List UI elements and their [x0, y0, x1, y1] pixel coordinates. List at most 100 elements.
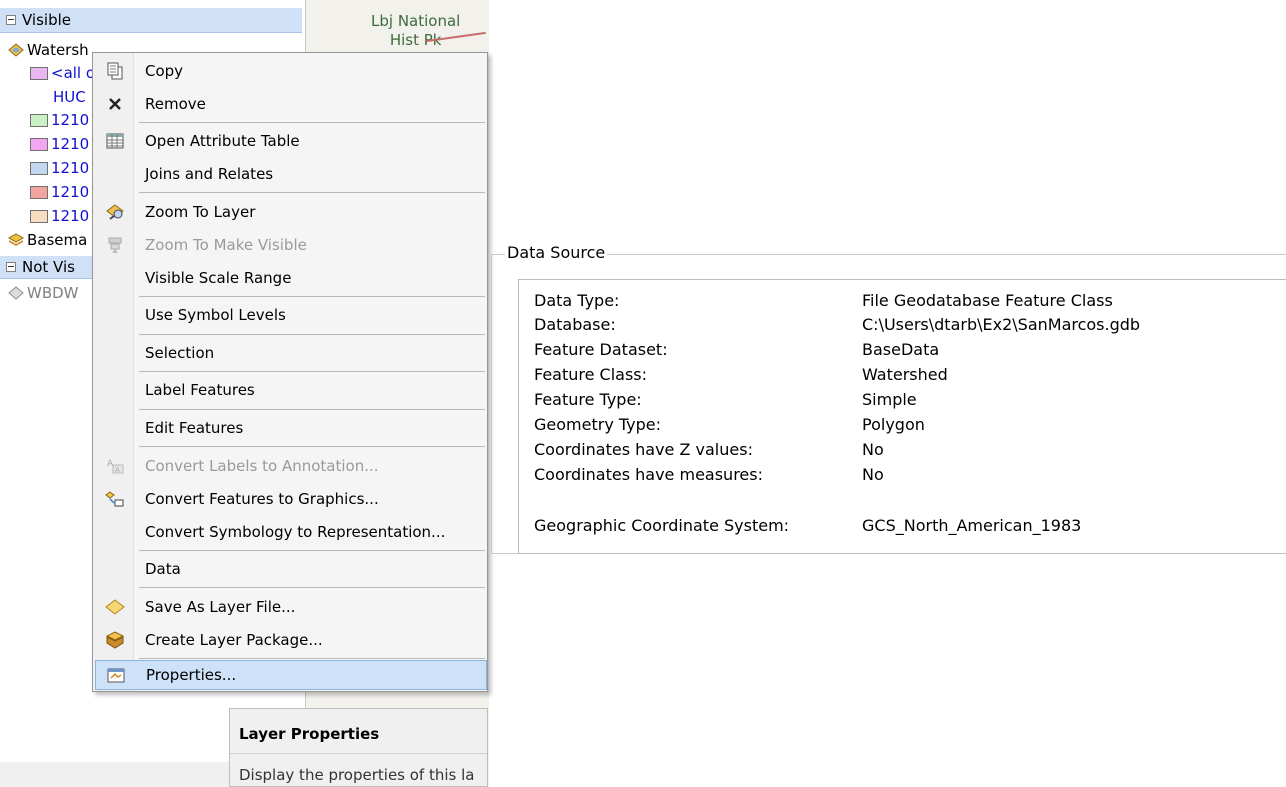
collapse-icon[interactable]	[6, 262, 16, 272]
menu-item-copy[interactable]: Copy	[95, 55, 487, 87]
class-label: 1210	[51, 135, 90, 153]
symbol-all-other[interactable]: <all o	[0, 61, 95, 85]
ds-value: Simple	[862, 390, 917, 409]
symbol-swatch	[30, 137, 48, 151]
table-icon	[95, 125, 135, 157]
menu-item-properties[interactable]: Properties...	[95, 660, 487, 690]
ds-value: No	[862, 440, 884, 459]
layer-file-icon	[95, 591, 135, 623]
group-visible-label: Visible	[22, 11, 71, 29]
layer-diamond-icon	[8, 286, 24, 300]
menu-item-zoom-make-visible[interactable]: Zoom To Make Visible	[95, 229, 487, 261]
ds-value: BaseData	[862, 340, 940, 359]
data-source-title: Data Source	[505, 243, 608, 262]
collapse-icon[interactable]	[6, 15, 16, 25]
symbol-class-1[interactable]: 1210	[0, 108, 89, 132]
menu-item-label-features[interactable]: Label Features	[95, 374, 487, 406]
status-strip	[0, 762, 230, 787]
class-label: 1210	[51, 207, 90, 225]
ds-value: File Geodatabase Feature Class	[862, 291, 1113, 310]
field-huc-label: HUC	[53, 88, 86, 106]
menu-separator	[139, 192, 485, 193]
layer-watershed[interactable]: Watersh	[0, 38, 89, 62]
symbol-swatch	[30, 209, 48, 223]
menu-item-create-layer-package[interactable]: Create Layer Package...	[95, 624, 487, 656]
symbol-class-2[interactable]: 1210	[0, 132, 89, 156]
convert-labels-icon: AA	[95, 450, 135, 482]
class-label: 1210	[51, 183, 90, 201]
layer-wbd-label: WBDW	[27, 284, 79, 302]
map-place-label: Lbj National Hist Pk	[371, 12, 460, 50]
group-visible[interactable]: Visible	[0, 8, 302, 33]
symbol-class-4[interactable]: 1210	[0, 180, 89, 204]
ds-key: Coordinates have measures:	[534, 465, 763, 484]
menu-item-visible-scale-range[interactable]: Visible Scale Range	[95, 262, 487, 294]
tooltip-description: Display the properties of this la	[239, 766, 475, 784]
tooltip-separator	[230, 753, 487, 754]
menu-separator	[139, 658, 485, 659]
symbol-class-3[interactable]: 1210	[0, 156, 89, 180]
ds-value: C:\Users\dtarb\Ex2\SanMarcos.gdb	[862, 315, 1141, 334]
menu-item-open-attribute-table[interactable]: Open Attribute Table	[95, 125, 487, 157]
symbol-swatch	[30, 113, 48, 127]
group-not-visible-label: Not Vis	[22, 258, 75, 276]
ds-key: Coordinates have Z values:	[534, 440, 753, 459]
layer-watershed-label: Watersh	[27, 41, 89, 59]
properties-tooltip: Layer Properties Display the properties …	[229, 708, 488, 787]
menu-separator	[139, 446, 485, 447]
menu-item-convert-symbology[interactable]: Convert Symbology to Representation...	[95, 516, 487, 548]
ds-value: GCS_North_American_1983	[862, 516, 1082, 535]
layer-basemap[interactable]: Basema	[0, 228, 87, 252]
menu-item-convert-labels[interactable]: AA Convert Labels to Annotation...	[95, 450, 487, 482]
layer-package-icon	[95, 624, 135, 656]
ds-key: Feature Type:	[534, 390, 642, 409]
ds-value: Watershed	[862, 365, 948, 384]
class-label: 1210	[51, 159, 90, 177]
symbol-swatch	[30, 161, 48, 175]
layer-basemap-label: Basema	[27, 231, 88, 249]
menu-separator	[139, 122, 485, 123]
ds-key: Feature Class:	[534, 365, 648, 384]
remove-x-icon	[95, 88, 135, 120]
menu-separator	[139, 550, 485, 551]
basemap-icon	[8, 233, 24, 246]
ds-key: Geographic Coordinate System:	[534, 516, 790, 535]
menu-separator	[139, 334, 485, 335]
ds-key: Feature Dataset:	[534, 340, 668, 359]
copy-icon	[95, 55, 135, 87]
convert-graphics-icon	[95, 483, 135, 515]
properties-icon	[96, 661, 136, 689]
ds-value: Polygon	[862, 415, 925, 434]
svg-text:A: A	[115, 466, 120, 474]
menu-item-use-symbol-levels[interactable]: Use Symbol Levels	[95, 299, 487, 331]
symbol-class-5[interactable]: 1210	[0, 204, 89, 228]
map-label-line2: Hist Pk	[389, 31, 442, 49]
menu-item-convert-features-graphics[interactable]: Convert Features to Graphics...	[95, 483, 487, 515]
menu-separator	[139, 587, 485, 588]
zoom-to-layer-icon	[95, 196, 135, 228]
ds-key: Data Type:	[534, 291, 620, 310]
map-label-line1: Lbj National	[371, 12, 461, 30]
menu-item-remove[interactable]: Remove	[95, 88, 487, 120]
menu-separator	[139, 371, 485, 372]
symbol-all-label: <all o	[51, 64, 96, 82]
symbol-swatch	[30, 185, 48, 199]
class-label: 1210	[51, 111, 90, 129]
layer-diamond-icon	[8, 43, 24, 57]
layer-context-menu: Copy Remove Open Attribute Table Joins a…	[92, 52, 488, 692]
ds-key: Database:	[534, 315, 616, 334]
menu-item-joins-relates[interactable]: Joins and Relates	[95, 158, 487, 190]
menu-item-zoom-to-layer[interactable]: Zoom To Layer	[95, 196, 487, 228]
symbol-swatch	[30, 66, 48, 80]
field-name: HUC	[0, 85, 86, 109]
menu-item-edit-features[interactable]: Edit Features	[95, 412, 487, 444]
tooltip-title: Layer Properties	[239, 725, 380, 743]
menu-item-data[interactable]: Data	[95, 553, 487, 585]
layer-wbd[interactable]: WBDW	[0, 281, 79, 305]
ds-value: No	[862, 465, 884, 484]
ds-key: Geometry Type:	[534, 415, 662, 434]
menu-item-save-layer-file[interactable]: Save As Layer File...	[95, 591, 487, 623]
menu-item-selection[interactable]: Selection	[95, 337, 487, 369]
menu-separator	[139, 409, 485, 410]
zoom-visible-icon	[95, 229, 135, 261]
